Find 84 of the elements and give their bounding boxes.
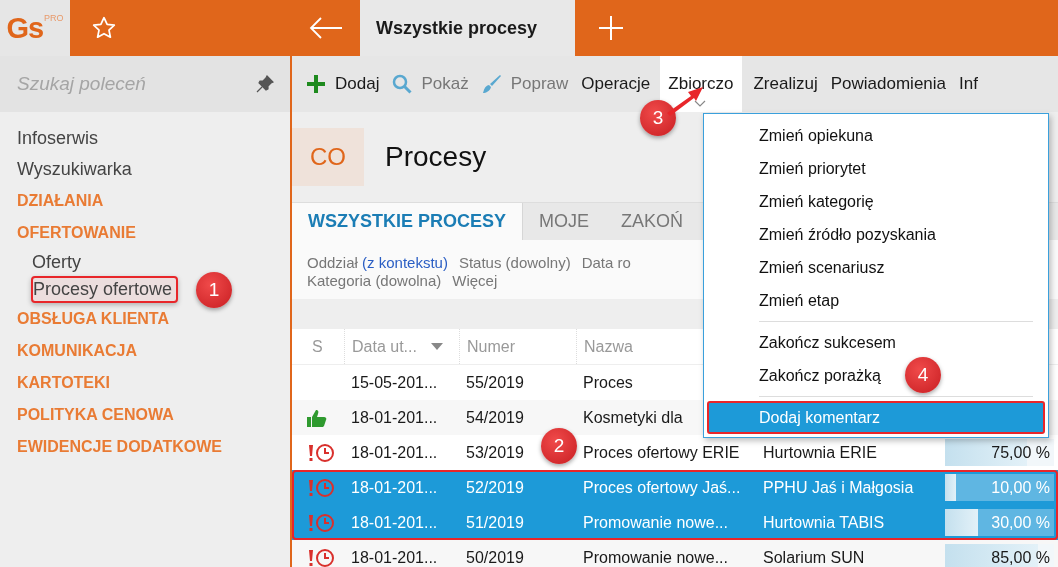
menu-item[interactable]: Zmień priorytet — [759, 160, 866, 177]
plus-icon — [306, 74, 326, 94]
toolbar-button[interactable]: Powiadomienia — [827, 69, 957, 99]
filter-link[interactable]: Kategoria (dowolna) — [307, 272, 442, 289]
table-cell: 52/2019 — [466, 478, 524, 497]
table-cell: 51/2019 — [466, 513, 524, 532]
sidebar-section[interactable]: OBSŁUGA KLIENTA — [16, 303, 171, 335]
star-icon — [91, 15, 117, 41]
sidebar-section[interactable]: KARTOTEKI — [16, 367, 113, 399]
table-cell: Promowanie nowe... — [583, 548, 728, 567]
table-cell: 10,00 % — [991, 478, 1050, 497]
table-cell: 30,00 % — [991, 513, 1050, 532]
alert-clock-icon — [306, 477, 336, 498]
toolbar-button[interactable]: Inf — [956, 69, 988, 99]
menu-item[interactable]: Zakończ sukcesem — [759, 334, 896, 351]
tab[interactable]: WSZYSTKIE PROCESY — [292, 203, 524, 240]
alert-clock-icon — [306, 442, 336, 463]
menu-item[interactable]: Zakończ porażką — [759, 367, 881, 384]
table-cell: 18-01-201... — [351, 548, 438, 567]
table-cell: Hurtownia ERIE — [763, 443, 877, 462]
table-cell: 18-01-201... — [351, 478, 438, 497]
toolbar-button[interactable]: Dodaj — [303, 69, 390, 99]
table-cell: 18-01-201... — [351, 408, 438, 427]
sidebar-section[interactable]: DZIAŁANIA — [16, 185, 106, 217]
column-header[interactable]: Numer — [467, 337, 515, 356]
table-cell: 55/2019 — [466, 373, 524, 392]
toolbar-button[interactable]: Zrealizuj — [750, 69, 828, 99]
toolbar-button[interactable]: Operacje — [578, 69, 661, 99]
new-tab-button[interactable] — [598, 15, 624, 41]
table-cell: 54/2019 — [466, 408, 524, 427]
menu-item[interactable]: Zmień kategorię — [759, 193, 874, 210]
menu-item[interactable]: Zmień etap — [759, 292, 840, 309]
table-cell: 18-01-201... — [351, 443, 438, 462]
menu-item[interactable]: Dodaj komentarz — [707, 401, 1045, 434]
table-cell: Proces — [583, 373, 633, 392]
column-header[interactable]: Nazwa — [584, 337, 633, 356]
alert-clock-icon — [306, 512, 336, 533]
tab[interactable]: MOJE — [523, 203, 606, 240]
menu-item[interactable]: Zmień scenariusz — [759, 259, 885, 276]
page-title: Procesy — [385, 141, 487, 173]
sidebar-section[interactable]: KOMUNIKACJA — [16, 335, 139, 367]
table-cell: Proces ofertowy Jaś... — [583, 478, 741, 497]
table-cell: PPHU Jaś i Małgosia — [763, 478, 914, 497]
menu-item[interactable]: Zmień źródło pozyskania — [759, 226, 936, 243]
table-cell: Promowanie nowe... — [583, 513, 728, 532]
search-bar[interactable]: Szukaj poleceń — [0, 56, 290, 112]
sidebar-item[interactable]: Oferty — [31, 249, 83, 276]
table-cell: Solarium SUN — [763, 548, 865, 567]
filter-link[interactable]: Data ro — [581, 254, 631, 271]
favorites-button[interactable] — [91, 15, 117, 41]
table-cell: 53/2019 — [466, 443, 524, 462]
module-code: CO — [292, 128, 364, 186]
filter-link[interactable]: Więcej — [452, 272, 498, 289]
filter-link[interactable]: Status (dowolny) — [458, 254, 571, 271]
brush-icon — [481, 74, 502, 94]
pin-icon — [256, 75, 274, 93]
table-cell: 18-01-201... — [351, 513, 438, 532]
column-header[interactable]: S — [312, 337, 323, 356]
tab[interactable]: ZAKOŃ — [605, 203, 700, 240]
filter-link[interactable]: Oddział (z kontekstu) — [307, 254, 448, 271]
toolbar-button[interactable]: Zbiorczo — [660, 56, 743, 112]
table-cell: 75,00 % — [991, 443, 1050, 462]
column-header[interactable]: Data ut... — [352, 337, 417, 356]
sidebar-section[interactable]: EWIDENCJE DODATKOWE — [16, 431, 225, 463]
command-search-field[interactable]: Szukaj poleceń — [17, 73, 256, 95]
alert-clock-icon — [306, 547, 336, 567]
sidebar-section[interactable]: POLITYKA CENOWA — [16, 399, 176, 431]
sidebar-item[interactable]: Procesy ofertowe — [31, 276, 179, 303]
table-cell: Hurtownia TABIS — [763, 513, 885, 532]
back-arrow-icon — [309, 17, 343, 39]
table-cell: 50/2019 — [466, 548, 524, 567]
thumbs-up-icon — [306, 407, 328, 428]
table-cell: Proces ofertowy ERIE — [583, 443, 740, 462]
back-button[interactable] — [309, 17, 343, 39]
table-cell: 15-05-201... — [351, 373, 438, 392]
table-cell: 85,00 % — [991, 548, 1050, 567]
sidebar-section[interactable]: OFERTOWANIE — [16, 217, 138, 249]
search-icon — [392, 74, 413, 94]
menu-item[interactable]: Zmień opiekuna — [759, 127, 873, 144]
table-cell: Kosmetyki dla — [583, 408, 683, 427]
sidebar-item[interactable]: Infoserwis — [16, 123, 101, 154]
sidebar-item[interactable]: Wyszukiwarka — [16, 154, 134, 185]
plus-icon — [598, 15, 624, 41]
document-tab[interactable]: Wszystkie procesy — [360, 0, 575, 56]
